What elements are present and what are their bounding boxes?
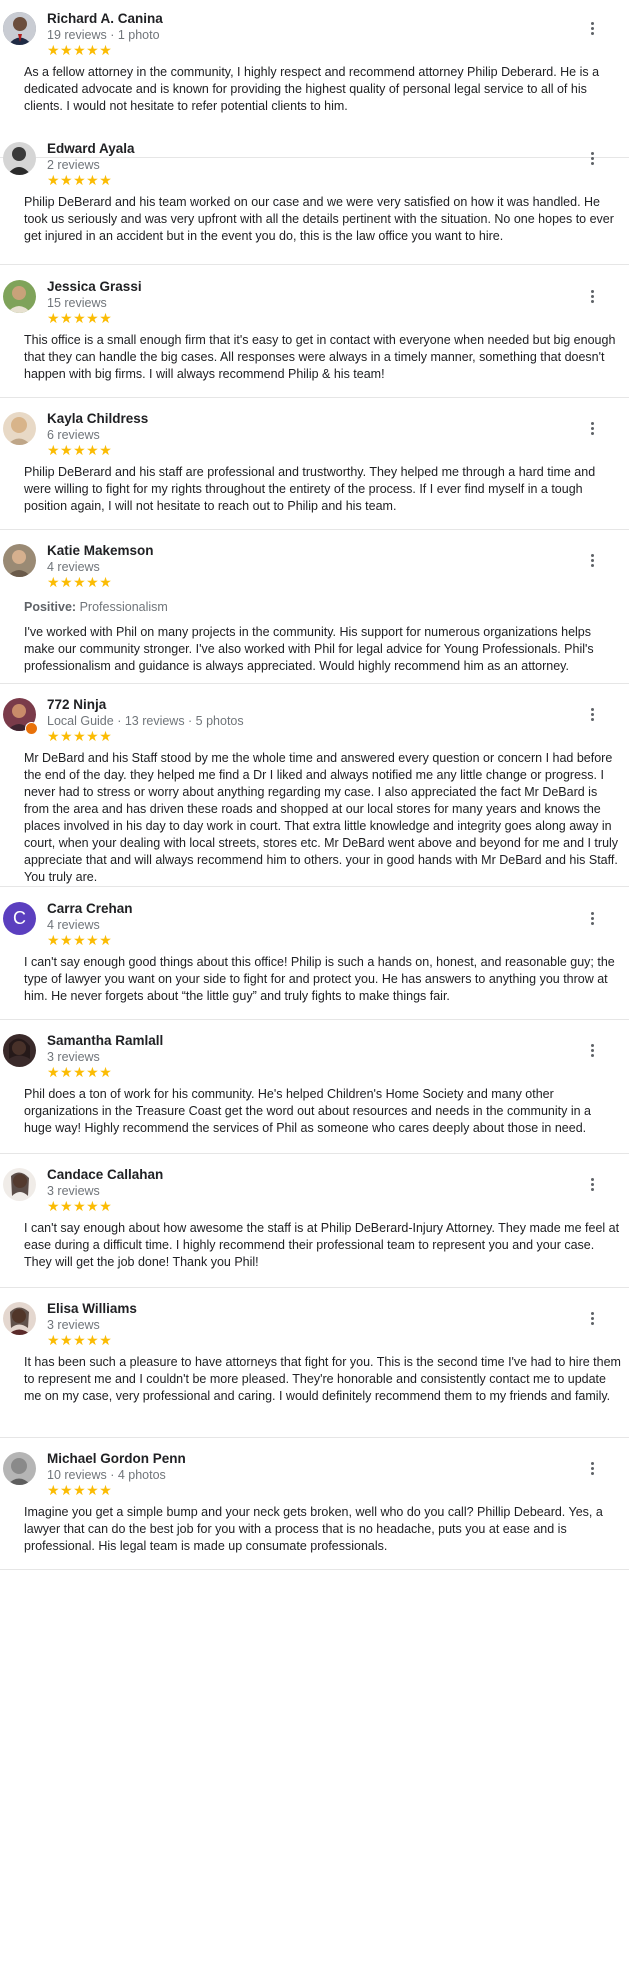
star-rating: ★★★★★ bbox=[47, 1064, 113, 1080]
review-text: Philip DeBerard and his staff are profes… bbox=[24, 465, 596, 513]
more-vert-icon[interactable] bbox=[583, 1460, 601, 1480]
reviewer-name[interactable]: 772 Ninja bbox=[47, 697, 106, 712]
local-guide-badge-icon bbox=[25, 722, 38, 735]
review-text: I've worked with Phil on many projects i… bbox=[24, 625, 594, 673]
star-rating: ★★★★★ bbox=[47, 1198, 113, 1214]
reviewer-meta: 3 reviews bbox=[47, 1050, 100, 1064]
star-rating: ★★★★★ bbox=[47, 42, 113, 58]
more-vert-icon[interactable] bbox=[583, 20, 601, 40]
star-rating: ★★★★★ bbox=[47, 1482, 113, 1498]
local-guide-label: Local Guide bbox=[47, 714, 114, 728]
star-rating: ★★★★★ bbox=[47, 442, 113, 458]
more-vert-icon[interactable] bbox=[583, 150, 601, 170]
review-text: I can't say enough good things about thi… bbox=[24, 955, 615, 1003]
more-vert-icon[interactable] bbox=[583, 1042, 601, 1062]
reviewer-meta: 15 reviews bbox=[47, 296, 107, 310]
star-rating: ★★★★★ bbox=[47, 728, 113, 744]
reviewer-meta: 19 reviews · 1 photo bbox=[47, 28, 160, 42]
review-text: I can't say enough about how awesome the… bbox=[24, 1221, 620, 1269]
star-rating: ★★★★★ bbox=[47, 310, 113, 326]
more-vert-icon[interactable] bbox=[583, 552, 601, 572]
more-vert-icon[interactable] bbox=[583, 420, 601, 440]
reviewer-name[interactable]: Edward Ayala bbox=[47, 141, 135, 156]
reviewer-name[interactable]: Richard A. Canina bbox=[47, 11, 163, 26]
star-rating: ★★★★★ bbox=[47, 574, 113, 590]
review-card: Candace Callahan 3 reviews ★★★★★ I can't… bbox=[0, 1156, 629, 1288]
reviewer-name[interactable]: Samantha Ramlall bbox=[47, 1033, 163, 1048]
reviewer-meta: 10 reviews · 4 photos bbox=[47, 1468, 166, 1482]
more-vert-icon[interactable] bbox=[583, 910, 601, 930]
positive-value: Professionalism bbox=[79, 600, 168, 614]
reviewer-meta: 3 reviews bbox=[47, 1184, 100, 1198]
star-rating: ★★★★★ bbox=[47, 172, 113, 188]
review-card: C Carra Crehan 4 reviews ★★★★★ I can't s… bbox=[0, 890, 629, 1020]
review-card: Edward Ayala 2 reviews ★★★★★ Philip DeBe… bbox=[0, 130, 629, 265]
review-text: Philip DeBerard and his team worked on o… bbox=[24, 195, 614, 243]
review-card: Jessica Grassi 15 reviews ★★★★★ This off… bbox=[0, 268, 629, 398]
avatar[interactable] bbox=[3, 1034, 36, 1067]
avatar[interactable] bbox=[3, 412, 36, 445]
review-card: Katie Makemson 4 reviews ★★★★★ Positive:… bbox=[0, 532, 629, 684]
positive-label: Positive: bbox=[24, 600, 77, 614]
avatar[interactable] bbox=[3, 280, 36, 313]
more-vert-icon[interactable] bbox=[583, 1176, 601, 1196]
review-card: Samantha Ramlall 3 reviews ★★★★★ Phil do… bbox=[0, 1022, 629, 1154]
review-card: Elisa Williams 3 reviews ★★★★★ It has be… bbox=[0, 1290, 629, 1438]
reviewer-meta: 4 reviews bbox=[47, 560, 100, 574]
reviewer-name[interactable]: Carra Crehan bbox=[47, 901, 133, 916]
star-rating: ★★★★★ bbox=[47, 1332, 113, 1348]
review-text: Phil does a ton of work for his communit… bbox=[24, 1087, 591, 1135]
avatar[interactable] bbox=[3, 1168, 36, 1201]
more-vert-icon[interactable] bbox=[583, 1310, 601, 1330]
avatar[interactable] bbox=[3, 12, 36, 45]
review-card: 772 Ninja Local Guide · 13 reviews · 5 p… bbox=[0, 686, 629, 887]
avatar[interactable] bbox=[3, 1452, 36, 1485]
star-rating: ★★★★★ bbox=[47, 932, 113, 948]
reviewer-name[interactable]: Jessica Grassi bbox=[47, 279, 142, 294]
reviewer-name[interactable]: Elisa Williams bbox=[47, 1301, 137, 1316]
more-vert-icon[interactable] bbox=[583, 288, 601, 308]
review-attributes: Positive: Professionalism bbox=[24, 600, 168, 614]
more-vert-icon[interactable] bbox=[583, 706, 601, 726]
reviewer-name[interactable]: Candace Callahan bbox=[47, 1167, 163, 1182]
avatar[interactable] bbox=[3, 1302, 36, 1335]
reviewer-meta: Local Guide · 13 reviews · 5 photos bbox=[47, 714, 244, 728]
review-text: Mr DeBard and his Staff stood by me the … bbox=[24, 751, 619, 884]
reviewer-meta: 2 reviews bbox=[47, 158, 100, 172]
reviewer-meta: 6 reviews bbox=[47, 428, 100, 442]
reviewer-name[interactable]: Kayla Childress bbox=[47, 411, 148, 426]
reviewer-meta: 3 reviews bbox=[47, 1318, 100, 1332]
reviewer-name[interactable]: Katie Makemson bbox=[47, 543, 154, 558]
review-card: Michael Gordon Penn 10 reviews · 4 photo… bbox=[0, 1440, 629, 1570]
review-text: As a fellow attorney in the community, I… bbox=[24, 65, 600, 113]
review-card: Kayla Childress 6 reviews ★★★★★ Philip D… bbox=[0, 400, 629, 530]
reviewer-meta: 4 reviews bbox=[47, 918, 100, 932]
avatar[interactable] bbox=[3, 142, 36, 175]
avatar[interactable] bbox=[3, 544, 36, 577]
review-text: Imagine you get a simple bump and your n… bbox=[24, 1505, 603, 1553]
review-text: It has been such a pleasure to have atto… bbox=[24, 1355, 621, 1403]
reviewer-meta-counts: · 13 reviews · 5 photos bbox=[113, 714, 244, 728]
review-text: This office is a small enough firm that … bbox=[24, 333, 616, 381]
avatar[interactable]: C bbox=[3, 902, 36, 935]
reviewer-name[interactable]: Michael Gordon Penn bbox=[47, 1451, 186, 1466]
